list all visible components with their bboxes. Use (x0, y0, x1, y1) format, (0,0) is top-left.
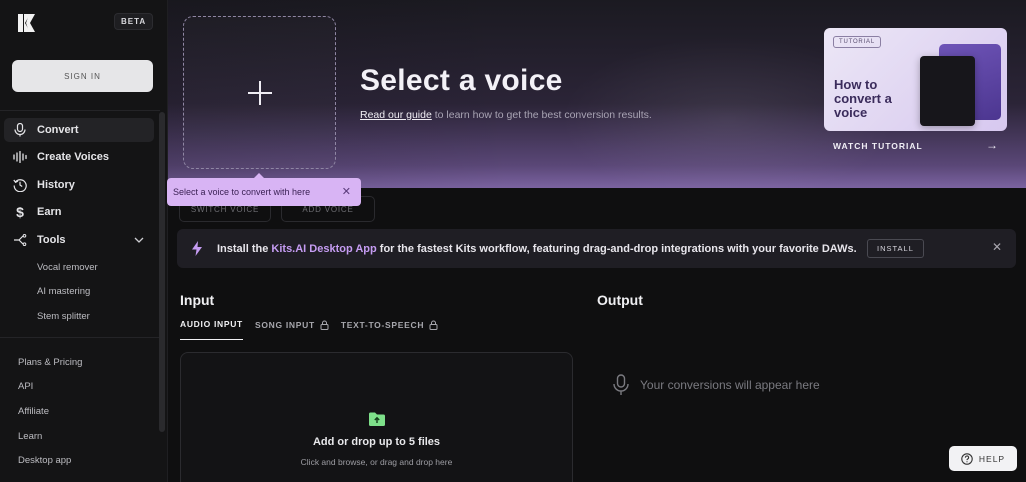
link-plans-pricing[interactable]: Plans & Pricing (18, 350, 82, 375)
link-api[interactable]: API (18, 375, 82, 400)
nav-label: Earn (37, 206, 62, 219)
output-title: Output (597, 292, 643, 308)
dropzone-title: Add or drop up to 5 files (312, 436, 441, 448)
divider (0, 337, 160, 338)
banner-highlight[interactable]: Kits.AI Desktop App (271, 243, 376, 255)
tutorial-card[interactable]: TUTORIAL How to convert a voice (824, 28, 1007, 131)
plus-icon (247, 80, 272, 105)
tooltip-text: Select a voice to convert with here (173, 187, 311, 197)
select-voice-box[interactable] (183, 16, 336, 169)
question-icon (961, 452, 973, 465)
banner-text-post: for the fastest Kits workflow, featuring… (376, 242, 857, 255)
lock-icon (429, 320, 438, 330)
nav-create-voices[interactable]: Create Voices (4, 145, 154, 169)
hero-banner: Select a voice Read our guide to learn h… (168, 0, 1026, 188)
close-icon[interactable]: ✕ (342, 185, 351, 198)
sign-in-button[interactable]: SIGN IN (12, 60, 153, 92)
tab-song-input[interactable]: SONG INPUT (255, 319, 329, 340)
tools-icon (12, 232, 28, 248)
main-nav: Convert Create Voices History $ Earn Too… (4, 118, 154, 328)
tab-label: SONG INPUT (254, 319, 315, 330)
mic-icon (12, 122, 28, 138)
banner-text-pre: Install the (217, 242, 272, 255)
close-icon[interactable]: ✕ (992, 240, 1002, 254)
tab-text-to-speech[interactable]: TEXT-TO-SPEECH (341, 319, 438, 340)
sidebar-scrollbar[interactable] (159, 112, 165, 432)
tutorial-thumbnail (920, 56, 975, 126)
file-dropzone[interactable]: Add or drop up to 5 files Click and brow… (180, 352, 573, 482)
link-desktop-app[interactable]: Desktop app (18, 448, 82, 473)
nav-history[interactable]: History (4, 173, 154, 197)
mic-icon (613, 374, 629, 395)
kits-logo-icon[interactable] (16, 12, 38, 34)
divider (0, 110, 160, 111)
nav-earn[interactable]: $ Earn (4, 200, 154, 224)
select-voice-tooltip: Select a voice to convert with here ✕ (167, 173, 361, 206)
help-label: HELP (978, 453, 1006, 464)
hero-subtitle: Read our guide to learn how to get the b… (360, 109, 652, 121)
dollar-icon: $ (16, 204, 24, 221)
waveform-icon (12, 149, 28, 165)
secondary-nav: Plans & Pricing API Affiliate Learn Desk… (18, 350, 82, 473)
hero-subtitle-text: to learn how to get the best conversion … (431, 109, 652, 121)
arrow-right-icon[interactable]: → (986, 138, 998, 152)
tool-vocal-remover[interactable]: Vocal remover (4, 255, 154, 280)
sidebar: BETA SIGN IN Convert Create Voices Histo… (0, 0, 168, 482)
chevron-down-icon[interactable] (134, 234, 144, 246)
lightning-icon (192, 241, 202, 256)
banner-message: Install the Kits.AI Desktop App for the … (217, 243, 857, 255)
link-affiliate[interactable]: Affiliate (18, 399, 82, 424)
history-icon (12, 177, 28, 193)
tutorial-badge: TUTORIAL (833, 36, 881, 48)
help-button[interactable]: HELP (949, 446, 1017, 471)
dropzone-subtitle: Click and browse, or drag and drop here (300, 457, 453, 467)
watch-tutorial-link[interactable]: WATCH TUTORIAL (833, 141, 923, 151)
tab-label: TEXT-TO-SPEECH (340, 319, 425, 330)
tab-audio-input[interactable]: AUDIO INPUT (180, 319, 243, 340)
lock-icon (320, 320, 329, 330)
page-title: Select a voice (360, 64, 563, 97)
nav-tools[interactable]: Tools (4, 228, 154, 252)
output-empty-state: Your conversions will appear here (612, 374, 820, 396)
nav-label: Create Voices (37, 151, 109, 164)
input-title: Input (180, 292, 215, 308)
tool-stem-splitter[interactable]: Stem splitter (4, 304, 154, 329)
nav-label: History (37, 178, 75, 191)
folder-upload-icon (369, 412, 385, 426)
install-banner: Install the Kits.AI Desktop App for the … (177, 229, 1016, 268)
guide-link[interactable]: Read our guide (360, 109, 432, 121)
nav-label: Convert (37, 124, 79, 136)
output-empty-text: Your conversions will appear here (640, 378, 820, 392)
link-learn[interactable]: Learn (18, 424, 82, 449)
beta-badge: BETA (114, 13, 154, 30)
tool-ai-mastering[interactable]: AI mastering (4, 279, 154, 304)
input-tabs: AUDIO INPUT SONG INPUT TEXT-TO-SPEECH (180, 319, 450, 340)
install-button[interactable]: INSTALL (867, 239, 924, 258)
tab-label: AUDIO INPUT (180, 319, 243, 329)
nav-label: Tools (37, 233, 66, 246)
tutorial-title: How to convert a voice (834, 77, 892, 120)
nav-convert[interactable]: Convert (4, 118, 154, 142)
